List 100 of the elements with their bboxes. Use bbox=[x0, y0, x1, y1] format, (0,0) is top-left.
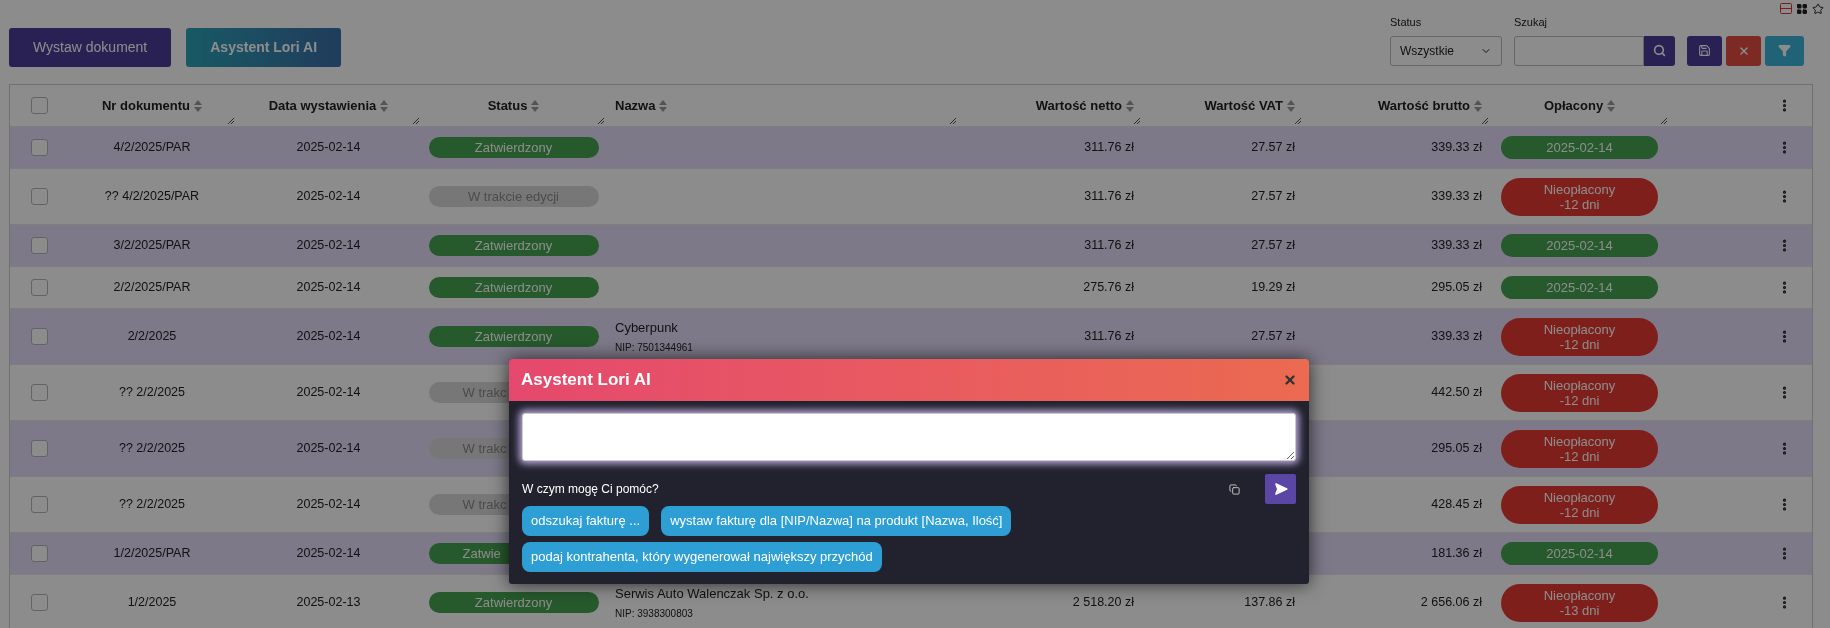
row-checkbox[interactable] bbox=[30, 97, 48, 114]
table-cell-text: 2025-02-14 bbox=[296, 384, 361, 402]
search-label: Szukaj bbox=[1514, 15, 1549, 30]
table-cell-text: 4/2/2025/PAR bbox=[113, 139, 191, 157]
table-cell-text: ?? 2/2/2025 bbox=[118, 440, 185, 458]
table-cell-text: 27.57 zł bbox=[1251, 188, 1295, 206]
split-view-icon[interactable] bbox=[1780, 3, 1792, 14]
suggestion-chip[interactable]: podaj kontrahenta, który wygenerował największy przychód bbox=[522, 542, 882, 572]
payment-badge: Nieopłacony -12 dni bbox=[1501, 177, 1658, 216]
nip-text: NIP: 3938300803 bbox=[615, 606, 694, 621]
message-input[interactable] bbox=[522, 413, 1296, 461]
resize-handle-icon[interactable] bbox=[1133, 117, 1140, 124]
table-cell-text: 137.86 zł bbox=[1244, 594, 1295, 612]
table-cell-text: 2025-02-14 bbox=[296, 188, 361, 206]
resize-handle-icon[interactable] bbox=[1481, 117, 1488, 124]
status-badge: Zatwierdzony bbox=[428, 235, 599, 256]
suggestion-chip[interactable]: wystaw fakturę dla [NIP/Nazwa] na produkt [Nazwa, Ilość] bbox=[661, 506, 1012, 536]
table-cell-text: 2 656.06 zł bbox=[1420, 594, 1482, 612]
payment-badge: 2025-02-14 bbox=[1501, 276, 1658, 299]
send-icon bbox=[1273, 482, 1288, 496]
save-button[interactable] bbox=[1687, 35, 1722, 66]
resize-handle-icon[interactable] bbox=[1294, 117, 1301, 124]
row-checkbox[interactable] bbox=[30, 237, 48, 254]
table-cell-text: 2025-02-14 bbox=[296, 237, 361, 255]
sort-icon[interactable] bbox=[531, 99, 540, 112]
column-header[interactable]: Nazwa bbox=[615, 95, 656, 116]
payment-badge: Nieopłacony -12 dni bbox=[1501, 429, 1658, 468]
table-cell-text: 339.33 zł bbox=[1431, 188, 1482, 206]
column-header[interactable]: Status bbox=[487, 95, 528, 116]
status-label: Status bbox=[1390, 15, 1423, 30]
resize-handle-icon[interactable] bbox=[597, 117, 604, 124]
table-cell-text: 2025-02-14 bbox=[296, 279, 361, 297]
table-cell-text: 311.76 zł bbox=[1084, 237, 1134, 255]
sort-icon[interactable] bbox=[1474, 99, 1482, 112]
table-cell-text: 27.57 zł bbox=[1251, 328, 1295, 346]
resize-handle-icon[interactable] bbox=[412, 117, 419, 124]
payment-badge: Nieopłacony -12 dni bbox=[1501, 373, 1658, 412]
column-header[interactable]: Wartość VAT bbox=[1204, 95, 1283, 116]
sort-icon[interactable] bbox=[194, 99, 203, 112]
table-cell-text: 2025-02-13 bbox=[296, 594, 361, 612]
row-checkbox[interactable] bbox=[30, 139, 48, 156]
row-checkbox[interactable] bbox=[30, 440, 48, 457]
sort-icon[interactable] bbox=[1607, 99, 1616, 112]
payment-badge: 2025-02-14 bbox=[1501, 136, 1658, 159]
status-badge: Zatwierdzony bbox=[428, 137, 599, 158]
table-cell-text: 295.05 zł bbox=[1431, 279, 1482, 297]
row-checkbox[interactable] bbox=[30, 545, 48, 562]
row-checkbox[interactable] bbox=[30, 328, 48, 345]
search-field[interactable] bbox=[1514, 35, 1644, 66]
table-cell-text: 181.36 zł bbox=[1431, 545, 1482, 563]
table-cell-text: 442.50 zł bbox=[1431, 384, 1482, 402]
column-header[interactable]: Data wystawienia bbox=[268, 95, 377, 116]
search-button[interactable] bbox=[1644, 35, 1675, 66]
status-badge: Zatwierdzony bbox=[428, 326, 599, 347]
column-header[interactable]: Wartość netto bbox=[1035, 95, 1122, 116]
status-select[interactable]: Wszystkie bbox=[1390, 35, 1502, 66]
sort-icon[interactable] bbox=[1126, 99, 1134, 112]
column-header[interactable]: Wartość brutto bbox=[1378, 95, 1470, 116]
row-checkbox[interactable] bbox=[30, 188, 48, 205]
payment-badge: Nieopłacony -12 dni bbox=[1501, 317, 1658, 356]
sort-icon[interactable] bbox=[1287, 99, 1295, 112]
grid-icon[interactable] bbox=[1796, 3, 1808, 15]
status-badge: Zatwierdzony bbox=[428, 277, 599, 298]
search-icon bbox=[1653, 44, 1666, 57]
star-icon[interactable] bbox=[1812, 3, 1824, 15]
sort-icon[interactable] bbox=[380, 99, 389, 112]
toolbar-button[interactable]: Asystent Lori AI bbox=[186, 28, 342, 67]
table-cell-text: 295.05 zł bbox=[1431, 440, 1482, 458]
table-cell-text: 2025-02-14 bbox=[296, 545, 361, 563]
payment-badge: 2025-02-14 bbox=[1501, 542, 1658, 565]
table-cell-text: 311.76 zł bbox=[1084, 188, 1134, 206]
row-checkbox[interactable] bbox=[30, 496, 48, 513]
table-cell-text: 311.76 zł bbox=[1084, 139, 1134, 157]
payment-badge: 2025-02-14 bbox=[1501, 234, 1658, 257]
send-button[interactable] bbox=[1265, 474, 1296, 504]
nip-text: NIP: 7501344961 bbox=[615, 340, 694, 355]
table-cell-text: 27.57 zł bbox=[1251, 237, 1295, 255]
row-checkbox[interactable] bbox=[30, 594, 48, 611]
sort-icon[interactable] bbox=[659, 99, 668, 112]
filter-icon bbox=[1778, 44, 1791, 57]
column-header[interactable]: Opłacony bbox=[1543, 95, 1604, 116]
payment-badge: Nieopłacony -12 dni bbox=[1501, 485, 1658, 524]
close-icon bbox=[1737, 44, 1750, 57]
close-button[interactable] bbox=[1726, 35, 1761, 66]
table-cell-text: 2025-02-14 bbox=[296, 328, 361, 346]
table-cell-text: ?? 2/2/2025 bbox=[118, 496, 185, 514]
resize-handle-icon[interactable] bbox=[227, 117, 234, 124]
suggestion-chip[interactable]: odszukaj fakturę ... bbox=[522, 506, 650, 536]
column-header[interactable]: Nr dokumentu bbox=[101, 95, 191, 116]
status-badge: Zatwierdzony bbox=[428, 592, 599, 613]
table-cell-text: ?? 2/2/2025 bbox=[118, 384, 185, 402]
table-cell-text: ?? 4/2/2025/PAR bbox=[104, 188, 200, 206]
copy-icon[interactable] bbox=[1229, 483, 1240, 495]
close-icon[interactable] bbox=[1283, 373, 1297, 387]
toolbar-button[interactable]: Wystaw dokument bbox=[9, 28, 172, 67]
row-checkbox[interactable] bbox=[30, 384, 48, 401]
payment-badge: Nieopłacony -13 dni bbox=[1501, 583, 1658, 622]
resize-handle-icon[interactable] bbox=[949, 117, 956, 124]
resize-handle-icon[interactable] bbox=[1660, 117, 1667, 124]
row-checkbox[interactable] bbox=[30, 279, 48, 296]
